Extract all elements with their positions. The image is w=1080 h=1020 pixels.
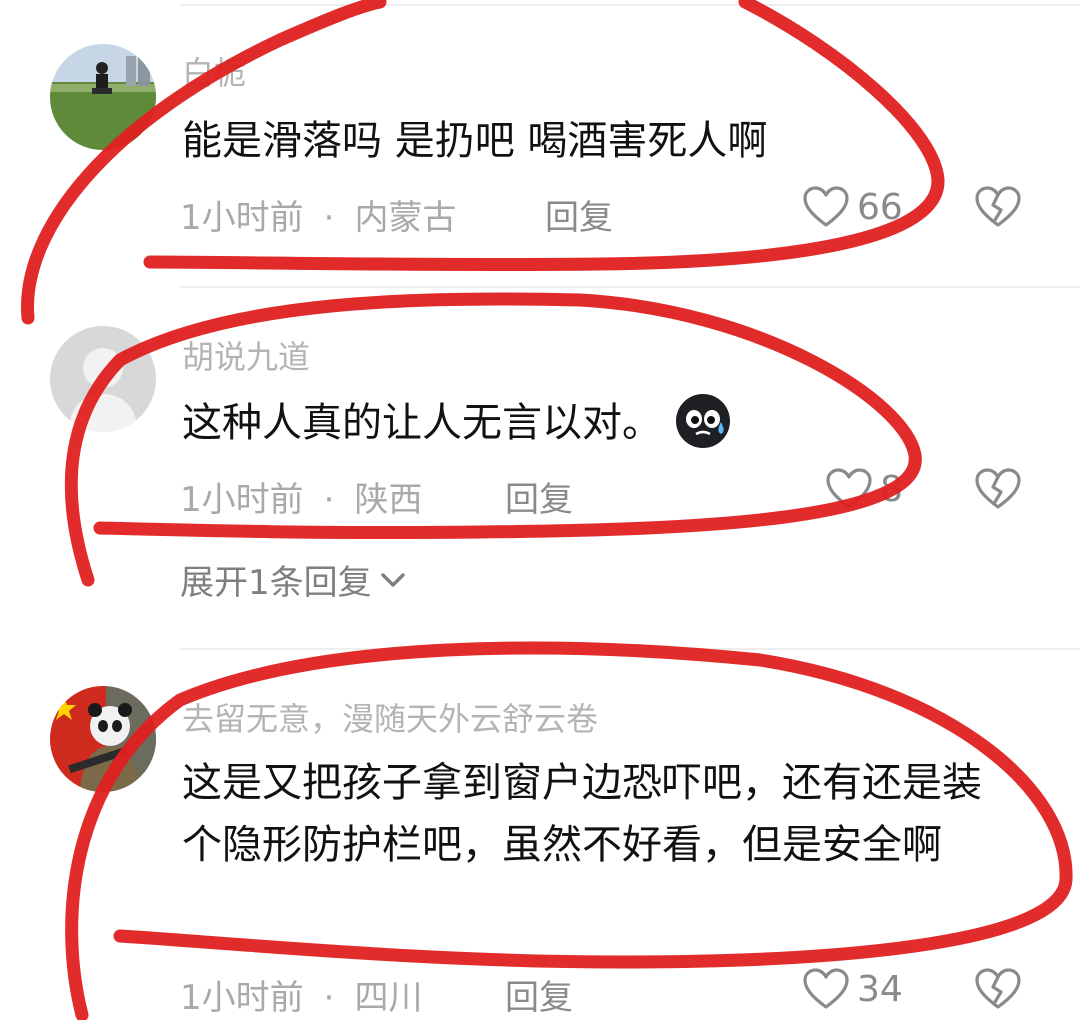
comment-time: 1小时前 [180, 480, 304, 520]
meta-separator: · [323, 978, 335, 1018]
comment-location: 内蒙古 [354, 198, 457, 238]
user-avatar[interactable] [50, 44, 156, 150]
avatar-photo-icon [50, 686, 156, 792]
avatar-photo-icon [50, 44, 156, 150]
like-count: 34 [857, 968, 903, 1010]
comment-time: 1小时前 [180, 978, 304, 1018]
comment-meta: 1小时前 · 四川 [180, 970, 422, 1019]
comment-text-content: 这种人真的让人无言以对。 [182, 400, 662, 446]
broken-heart-icon [975, 968, 1021, 1009]
reply-button[interactable]: 回复 [505, 472, 573, 521]
heart-icon [803, 968, 849, 1009]
dislike-button[interactable] [975, 186, 1021, 232]
reply-button[interactable]: 回复 [545, 190, 613, 239]
reply-button[interactable]: 回复 [505, 970, 573, 1019]
comment-location: 四川 [354, 978, 423, 1018]
comment-location: 陕西 [354, 480, 423, 520]
like-count: 66 [857, 186, 903, 228]
default-avatar-icon [50, 326, 156, 432]
dislike-button[interactable] [975, 968, 1021, 1014]
divider [180, 648, 1080, 650]
user-avatar[interactable] [50, 326, 156, 432]
comment-meta: 1小时前 · 陕西 [180, 472, 422, 521]
comment-text: 这种人真的让人无言以对。 [182, 392, 1002, 454]
chevron-down-icon [380, 572, 405, 587]
divider [180, 286, 1080, 288]
username[interactable]: 去留无意，漫随天外云舒云卷 [182, 694, 598, 740]
heart-icon [803, 186, 849, 227]
expand-replies-button[interactable]: 展开1条回复 [180, 555, 406, 604]
like-count: 8 [880, 468, 903, 510]
user-avatar[interactable] [50, 686, 156, 792]
comment-time: 1小时前 [180, 198, 304, 238]
like-button[interactable]: 34 [803, 968, 903, 1010]
comment-text: 这是又把孩子拿到窗户边恐吓吧，还有还是装个隐形防护栏吧，虽然不好看，但是安全啊 [182, 760, 982, 868]
sweat-face-emoji-icon [676, 394, 730, 448]
like-button[interactable]: 66 [803, 186, 903, 228]
like-button[interactable]: 8 [826, 468, 903, 510]
meta-separator: · [323, 198, 335, 238]
broken-heart-icon [975, 186, 1021, 227]
expand-replies-label: 展开1条回复 [180, 563, 372, 603]
divider [180, 4, 1080, 6]
meta-separator: · [323, 480, 335, 520]
heart-icon [826, 468, 872, 509]
comments-screen: 白栀 能是滑落吗 是扔吧 喝酒害死人啊 1小时前 · 内蒙古 回复 66 胡说九… [0, 0, 1080, 1020]
username[interactable]: 胡说九道 [182, 332, 310, 378]
username[interactable]: 白栀 [182, 48, 246, 94]
broken-heart-icon [975, 468, 1021, 509]
comment-meta: 1小时前 · 内蒙古 [180, 190, 456, 239]
dislike-button[interactable] [975, 468, 1021, 514]
comment-text: 能是滑落吗 是扔吧 喝酒害死人啊 [182, 118, 768, 164]
